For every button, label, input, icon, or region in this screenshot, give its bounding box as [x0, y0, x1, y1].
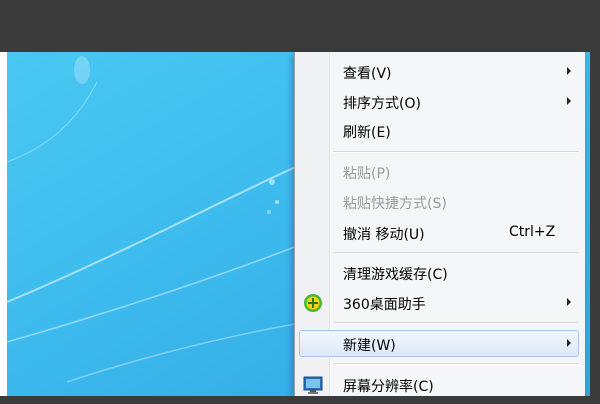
- menu-item-360-desktop-assistant[interactable]: 360桌面助手: [295, 288, 585, 317]
- menu-item-paste: 粘贴(P): [295, 157, 585, 186]
- menu-separator: [333, 252, 579, 254]
- menu-item-label: 清理游戏缓存(C): [343, 267, 448, 283]
- menu-item-label: 粘贴(P): [343, 166, 391, 182]
- desktop-context-menu: 查看(V) 排序方式(O) 刷新(E) 粘贴(P) 粘贴快捷方式(S) 撤消 移…: [294, 52, 585, 396]
- bottom-frame-edge: [0, 396, 600, 404]
- menu-item-view[interactable]: 查看(V): [295, 57, 585, 86]
- menu-separator: [333, 151, 579, 153]
- menu-item-label: 排序方式(O): [343, 96, 421, 112]
- menu-item-highlight: [299, 330, 579, 357]
- menu-item-shortcut: Ctrl+Z: [509, 224, 556, 240]
- menu-item-label: 粘贴快捷方式(S): [343, 196, 447, 212]
- menu-item-undo-move[interactable]: 撤消 移动(U) Ctrl+Z: [295, 218, 585, 247]
- menu-separator: [333, 363, 579, 365]
- right-frame-edge: [590, 0, 600, 404]
- menu-item-paste-shortcut: 粘贴快捷方式(S): [295, 187, 585, 216]
- menu-item-label: 360桌面助手: [343, 297, 426, 313]
- menu-item-new[interactable]: 新建(W): [295, 329, 585, 358]
- menu-item-screen-resolution[interactable]: 屏幕分辨率(C): [295, 370, 585, 396]
- top-frame-bar: [0, 0, 600, 52]
- menu-item-sort-by[interactable]: 排序方式(O): [295, 87, 585, 116]
- display-icon: [303, 376, 323, 394]
- 360-assistant-icon: [304, 294, 322, 312]
- menu-item-label: 新建(W): [343, 338, 396, 354]
- submenu-arrow-icon: [567, 298, 571, 306]
- menu-item-label: 屏幕分辨率(C): [343, 379, 434, 395]
- menu-separator: [333, 322, 579, 324]
- menu-item-label: 刷新(E): [343, 125, 391, 141]
- menu-item-refresh[interactable]: 刷新(E): [295, 116, 585, 145]
- menu-item-label: 查看(V): [343, 66, 392, 82]
- submenu-arrow-icon: [567, 339, 571, 347]
- submenu-arrow-icon: [567, 97, 571, 105]
- submenu-arrow-icon: [567, 67, 571, 75]
- menu-item-label: 撤消 移动(U): [343, 227, 425, 243]
- menu-item-clear-game-cache[interactable]: 清理游戏缓存(C): [295, 258, 585, 287]
